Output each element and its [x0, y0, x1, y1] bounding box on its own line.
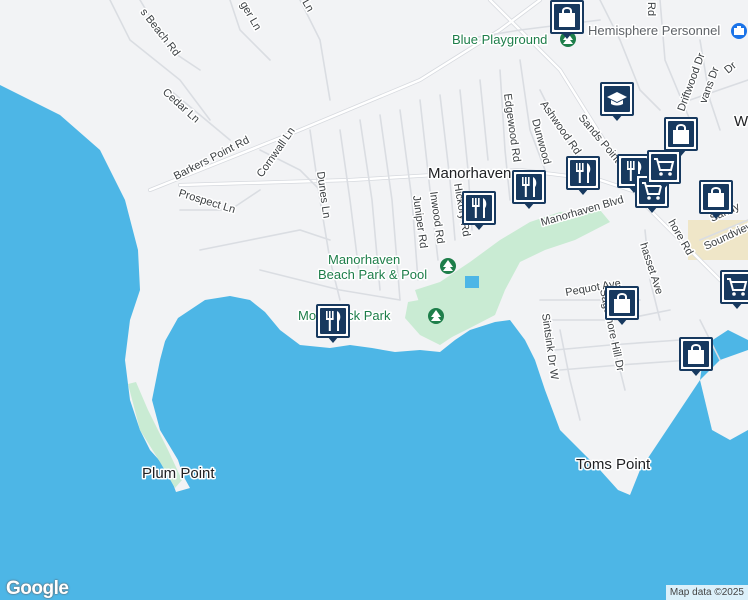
- briefcase-icon: [731, 23, 747, 39]
- label-beach-park-line1: Manorhaven: [328, 252, 400, 267]
- label-partial-town: W: [734, 113, 748, 130]
- restaurant-icon: [570, 160, 596, 186]
- restaurant-icon: [516, 174, 542, 200]
- restaurant-icon: [466, 195, 492, 221]
- map-canvas[interactable]: s Beach Rd ger Ln Ln Rd Cedar Ln Barkers…: [0, 0, 748, 600]
- map-marker[interactable]: [462, 191, 496, 231]
- map-marker[interactable]: [679, 337, 713, 377]
- shopping-bag-icon: [683, 341, 709, 367]
- label-rd-top: Rd: [645, 2, 657, 16]
- pool: [465, 276, 479, 288]
- tree-icon: [440, 258, 456, 274]
- map-marker[interactable]: [566, 156, 600, 196]
- map-marker[interactable]: [605, 286, 639, 326]
- label-blue-playground: Blue Playground: [452, 32, 547, 47]
- restaurant-icon: [320, 308, 346, 334]
- map-marker[interactable]: [647, 150, 681, 190]
- label-toms-point: Toms Point: [576, 456, 651, 473]
- map-marker[interactable]: [512, 170, 546, 210]
- label-beach-park-line2: Beach Park & Pool: [318, 267, 427, 282]
- map-marker[interactable]: [699, 180, 733, 220]
- map-marker[interactable]: [316, 304, 350, 344]
- school-icon: [604, 86, 630, 112]
- map-marker[interactable]: [550, 0, 584, 40]
- label-plum-point: Plum Point: [142, 465, 215, 482]
- shopping-bag-icon: [609, 290, 635, 316]
- google-logo: Google: [6, 578, 69, 599]
- map-marker[interactable]: [600, 82, 634, 122]
- tree-icon: [428, 308, 444, 324]
- map-marker[interactable]: [720, 270, 748, 310]
- shopping-bag-icon: [554, 4, 580, 30]
- shopping-bag-icon: [668, 121, 694, 147]
- shopping-cart-icon: [724, 274, 748, 300]
- shopping-bag-icon: [703, 184, 729, 210]
- label-hemisphere: Hemisphere Personnel: [588, 23, 720, 38]
- label-manorhaven: Manorhaven: [428, 165, 511, 182]
- shopping-cart-icon: [651, 154, 677, 180]
- map-attribution[interactable]: Map data ©2025: [665, 585, 748, 600]
